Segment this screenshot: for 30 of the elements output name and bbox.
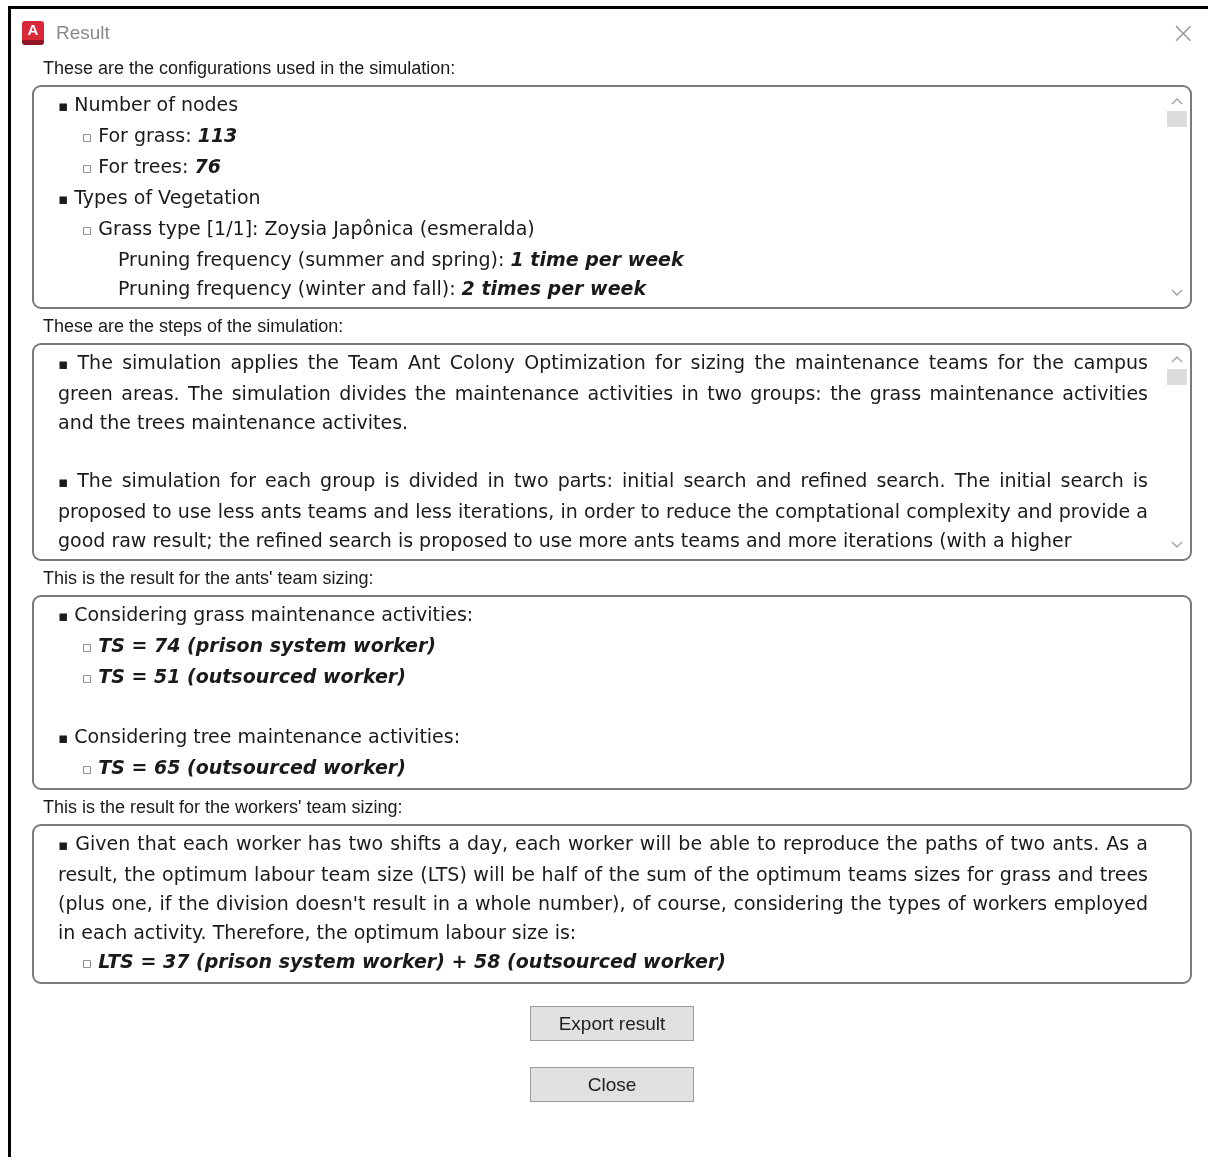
- section-label: These are the configurations used in the simulation:: [42, 57, 457, 79]
- list-item: ▫ TS = 74 (prison system worker): [82, 633, 437, 658]
- dialog-button[interactable]: Close: [530, 1067, 694, 1102]
- list-item: Pruning frequency (summer and spring): 1 time per week: [118, 247, 684, 272]
- window-title: Result: [56, 22, 110, 44]
- list-item: ▪ The simulation for each group is divided in two parts: initial search and refined search. The initial search is proposed to use less ants teams and less iterations, in order to reduce the comptational complexity and provide a good raw result; the refined search is proposed to use more ants teams and more iterations (with a higher: [58, 468, 1148, 553]
- section-label: This is the result for the ants' team sizing:: [42, 567, 375, 589]
- scrollbar-thumb[interactable]: [1167, 111, 1187, 127]
- list-item: ▫ TS = 65 (outsourced worker): [82, 755, 407, 780]
- list-item: ▫ Grass type [1/1]: Zoysia Japônica (esmeralda): [82, 216, 535, 241]
- scroll-down-icon[interactable]: [1171, 289, 1183, 297]
- list-item: ▪ Considering tree maintenance activities:: [58, 724, 462, 749]
- list-item: ▫ For grass: 113: [82, 123, 238, 148]
- scroll-down-icon[interactable]: [1171, 541, 1183, 549]
- list-item: Pruning frequency (winter and fall): 2 times per week: [118, 276, 647, 301]
- dialog-button[interactable]: Export result: [530, 1006, 694, 1041]
- list-item: ▫ LTS = 37 (prison system worker) + 58 (outsourced worker): [82, 949, 727, 974]
- scrollbar-thumb[interactable]: [1167, 369, 1187, 385]
- list-item: ▫ For trees: 76: [82, 154, 221, 179]
- app-icon: A: [22, 21, 44, 45]
- list-item: ▪ Considering grass maintenance activities:: [58, 602, 475, 627]
- section-label: These are the steps of the simulation:: [42, 315, 345, 337]
- list-item: ▪ Given that each worker has two shifts a day, each worker will be able to reproduce the paths of two ants. As a result, the optimum labour team size (LTS) will be half of the sum of the optimum teams sizes for grass and trees (plus one, if the division doesn't result in a whole number), of course, considering the types of workers employed in each activity. Therefore, the optimum labour size is:: [58, 831, 1148, 945]
- list-item: ▪ Types of Vegetation: [58, 185, 261, 210]
- list-item: ▪ The simulation applies the Team Ant Colony Optimization for sizing the maintenance teams for the campus green areas. The simulation divides the maintenance activities in two groups: the grass maintenance activities and the trees maintenance activites.: [58, 350, 1148, 435]
- list-item: ▫ TS = 51 (outsourced worker): [82, 664, 407, 689]
- section-label: This is the result for the workers' team sizing:: [42, 796, 404, 818]
- scroll-up-icon[interactable]: [1171, 355, 1183, 363]
- list-item: ▪ Number of nodes: [58, 92, 239, 117]
- scroll-up-icon[interactable]: [1171, 97, 1183, 105]
